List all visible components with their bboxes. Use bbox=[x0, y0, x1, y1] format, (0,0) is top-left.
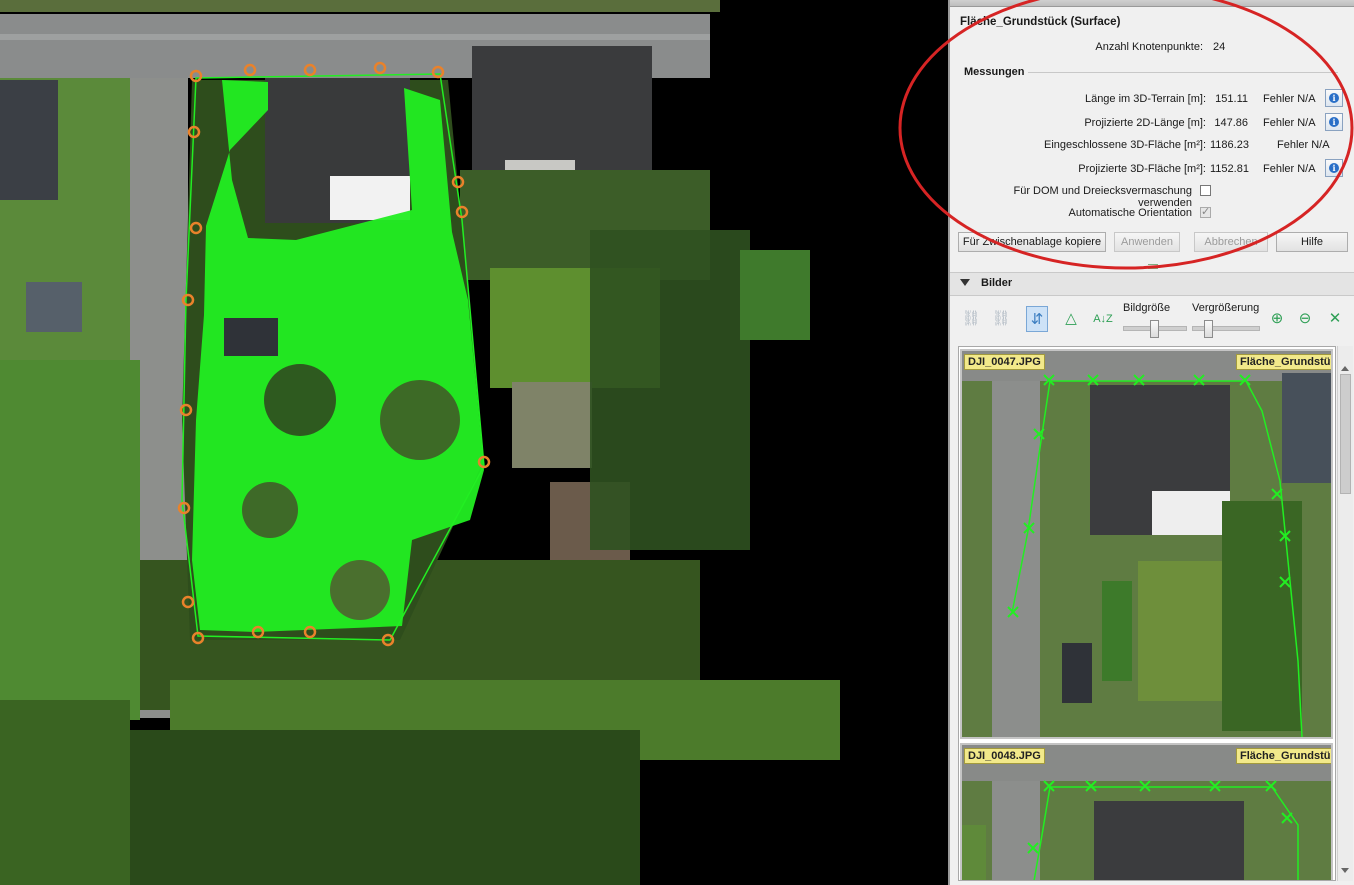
zoom-label: Vergrößerung bbox=[1192, 302, 1260, 314]
node-count-value: 24 bbox=[1213, 41, 1226, 53]
scrollbar-thumb[interactable] bbox=[1340, 374, 1351, 494]
terrain-length-label: Länge im 3D-Terrain [m]: bbox=[1084, 93, 1206, 105]
projected-area-value: 1152.81 bbox=[1210, 163, 1249, 175]
thumbnail-scrollbar[interactable] bbox=[1337, 346, 1353, 881]
node-count-label: Anzahl Knotenpunkte: bbox=[1095, 41, 1203, 53]
apply-button[interactable]: Anwenden bbox=[1114, 232, 1180, 252]
3d-viewport[interactable] bbox=[0, 0, 948, 885]
info-icon[interactable]: i bbox=[1325, 159, 1343, 177]
thumbnail-surface-tag: Fläche_Grundstüc bbox=[1236, 748, 1331, 764]
scroll-up-arrow-icon[interactable] bbox=[1341, 366, 1349, 371]
dom-option-label: Für DOM und Dreiecksvermaschung verwende… bbox=[1013, 185, 1192, 209]
image-size-slider-handle[interactable] bbox=[1150, 320, 1159, 338]
help-button[interactable]: Hilfe bbox=[1276, 232, 1348, 252]
images-section-title: Bilder bbox=[981, 277, 1013, 289]
info-icon[interactable]: i bbox=[1325, 89, 1343, 107]
projected-area-error: Fehler N/A bbox=[1263, 163, 1316, 175]
unlink-icon[interactable]: ⛓ bbox=[990, 306, 1012, 332]
terrain-length-value: 151.11 bbox=[1215, 93, 1248, 105]
thumbnail-filename: DJI_0047.JPG bbox=[964, 354, 1045, 370]
zoom-out-icon[interactable]: ⊖ bbox=[1294, 306, 1316, 332]
enclosed-area-value: 1186.23 bbox=[1210, 139, 1249, 151]
sort-by-relevance-icon[interactable]: ⇵ bbox=[1026, 306, 1048, 332]
thumbnail-photo bbox=[962, 745, 1331, 880]
info-icon[interactable]: i bbox=[1325, 113, 1343, 131]
collapse-triangle-icon[interactable] bbox=[960, 279, 970, 286]
thumbnail-filename: DJI_0048.JPG bbox=[964, 748, 1045, 764]
enclosed-area-error: Fehler N/A bbox=[1277, 139, 1330, 151]
sort-descending-icon[interactable]: △ bbox=[1060, 306, 1082, 332]
projected-length-error: Fehler N/A bbox=[1263, 117, 1316, 129]
image-thumbnail[interactable]: DJI_0048.JPG Fläche_Grundstüc bbox=[960, 743, 1333, 880]
point-cloud-scene[interactable] bbox=[0, 0, 948, 885]
scroll-down-arrow-icon[interactable] bbox=[1341, 868, 1349, 873]
projected-length-label: Projizierte 2D-Länge [m]: bbox=[1084, 117, 1206, 129]
sort-alphabetical-icon[interactable]: A↓Z bbox=[1092, 306, 1114, 332]
image-thumbnail[interactable]: DJI_0047.JPG Fläche_Grundstüc bbox=[960, 349, 1333, 739]
zoom-slider-track[interactable] bbox=[1192, 326, 1260, 331]
projected-area-label: Projizierte 3D-Fläche [m²]: bbox=[1078, 163, 1206, 175]
projected-length-value: 147.86 bbox=[1214, 117, 1248, 129]
zoom-slider-handle[interactable] bbox=[1204, 320, 1213, 338]
properties-header bbox=[950, 0, 1354, 7]
surface-title: Fläche_Grundstück (Surface) bbox=[960, 16, 1121, 28]
enclosed-area-label: Eingeschlossene 3D-Fläche [m²]: bbox=[1043, 139, 1206, 151]
image-size-label: Bildgröße bbox=[1123, 302, 1171, 314]
image-thumbnail-list[interactable]: DJI_0047.JPG Fläche_Grundstüc DJI_0048.J… bbox=[958, 346, 1336, 881]
measurements-title: Messungen bbox=[964, 66, 1025, 78]
thumbnail-surface-tag: Fläche_Grundstüc bbox=[1236, 354, 1331, 370]
copy-to-clipboard-button[interactable]: Für Zwischenablage kopiere bbox=[958, 232, 1106, 252]
dom-checkbox[interactable] bbox=[1200, 185, 1211, 196]
fit-view-icon[interactable]: ✕ bbox=[1324, 306, 1346, 332]
properties-panel: Fläche_Grundstück (Surface) Anzahl Knote… bbox=[948, 0, 1354, 885]
thumbnail-photo bbox=[962, 351, 1331, 737]
panel-splitter[interactable] bbox=[950, 262, 1354, 270]
cancel-button[interactable]: Abbrechen bbox=[1194, 232, 1268, 252]
images-section-header[interactable]: Bilder bbox=[950, 272, 1354, 296]
section-divider bbox=[1028, 72, 1338, 73]
orientation-checkbox[interactable] bbox=[1200, 205, 1211, 218]
orientation-label: Automatische Orientation bbox=[1068, 207, 1192, 219]
terrain-length-error: Fehler N/A bbox=[1263, 93, 1316, 105]
link-icon[interactable]: ⛓ bbox=[960, 306, 982, 332]
zoom-in-icon[interactable]: ⊕ bbox=[1266, 306, 1288, 332]
